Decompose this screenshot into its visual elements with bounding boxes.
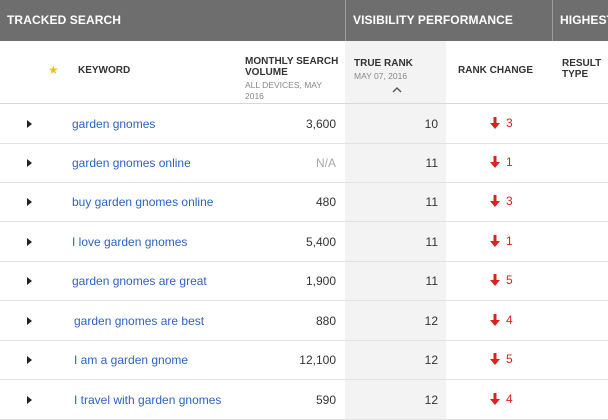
column-header-monthly-search-volume[interactable]: MONTHLY SEARCH VOLUME ALL DEVICES, MAY 2…	[245, 56, 340, 102]
table-row[interactable]: I travel with garden gnomes 590 12 4	[0, 380, 608, 420]
star-icon[interactable]: ★	[48, 63, 59, 77]
rank-change: 5	[490, 352, 513, 366]
rank-change: 1	[490, 155, 513, 169]
rank-change-value: 1	[506, 155, 513, 169]
rank-change-value: 4	[506, 313, 513, 327]
column-header-true-rank[interactable]: TRUE RANK MAY 07, 2016	[354, 58, 434, 82]
column-header-true-rank-sublabel: MAY 07, 2016	[354, 71, 408, 81]
section-tracked-search: TRACKED SEARCH	[7, 13, 122, 27]
table-row[interactable]: buy garden gnomes online 480 11 3	[0, 182, 608, 222]
caret-right-icon[interactable]	[27, 120, 32, 128]
arrow-down-icon	[490, 156, 500, 168]
rank-change-value: 4	[506, 392, 513, 406]
caret-right-icon[interactable]	[27, 277, 32, 285]
search-volume: 5,400	[305, 235, 336, 249]
column-header-rank-change-label: RANK CHANGE	[458, 65, 533, 76]
arrow-down-icon	[490, 235, 500, 247]
keyword-link[interactable]: garden gnomes	[72, 117, 155, 131]
search-volume: 480	[315, 195, 336, 209]
caret-right-icon[interactable]	[27, 198, 32, 206]
section-visibility-performance: VISIBILITY PERFORMANCE	[345, 0, 551, 41]
rank-change-value: 3	[506, 116, 513, 130]
rank-change: 1	[490, 234, 513, 248]
rank-change: 4	[490, 313, 513, 327]
table-row[interactable]: I am a garden gnome 12,100 12 5	[0, 340, 608, 380]
chevron-up-icon[interactable]	[392, 85, 402, 95]
true-rank-value: 10	[424, 117, 438, 131]
table-row[interactable]: garden gnomes 3,600 10 3	[0, 104, 608, 144]
table-row[interactable]: garden gnomes are great 1,900 11 5	[0, 261, 608, 301]
rank-change-value: 5	[506, 352, 513, 366]
keyword-link[interactable]: buy garden gnomes online	[72, 195, 213, 209]
search-volume: 880	[315, 314, 336, 328]
search-volume: 1,900	[305, 274, 336, 288]
keyword-link[interactable]: I am a garden gnome	[74, 353, 188, 367]
column-header-keyword[interactable]: KEYWORD	[78, 65, 130, 76]
caret-right-icon[interactable]	[27, 159, 32, 167]
true-rank-value: 12	[424, 314, 438, 328]
keyword-link[interactable]: I travel with garden gnomes	[74, 393, 221, 407]
search-volume: 12,100	[299, 353, 336, 367]
true-rank-value: 12	[424, 393, 438, 407]
true-rank-value: 11	[425, 156, 438, 170]
column-header-keyword-label: KEYWORD	[78, 65, 131, 76]
table-row[interactable]: I love garden gnomes 5,400 11 1	[0, 222, 608, 262]
column-header-true-rank-label: TRUE RANK	[354, 58, 413, 69]
keyword-link[interactable]: garden gnomes are great	[72, 274, 207, 288]
arrow-down-icon	[490, 195, 500, 207]
true-rank-value: 11	[425, 274, 438, 288]
caret-right-icon[interactable]	[27, 317, 32, 325]
rank-change-value: 5	[506, 273, 513, 287]
search-volume: N/A	[315, 156, 336, 170]
rank-change-value: 1	[506, 234, 513, 248]
table-row[interactable]: garden gnomes are best 880 12 4	[0, 301, 608, 341]
column-header-result-type[interactable]: RESULT TYPE	[562, 58, 604, 80]
rank-change: 5	[490, 273, 513, 287]
column-header-volume-label: MONTHLY SEARCH VOLUME	[245, 56, 339, 78]
column-header-volume-sublabel: ALL DEVICES, MAY 2016	[245, 80, 322, 101]
caret-right-icon[interactable]	[27, 396, 32, 404]
column-header-rank-change[interactable]: RANK CHANGE	[458, 65, 533, 76]
keyword-link[interactable]: garden gnomes are best	[74, 314, 204, 328]
keyword-link[interactable]: I love garden gnomes	[72, 235, 187, 249]
true-rank-value: 11	[425, 235, 438, 249]
arrow-down-icon	[490, 314, 500, 326]
arrow-down-icon	[490, 274, 500, 286]
rank-change: 3	[490, 194, 513, 208]
search-volume: 590	[315, 393, 336, 407]
arrow-down-icon	[490, 393, 500, 405]
section-highest: HIGHEST	[552, 0, 608, 41]
search-volume: 3,600	[305, 117, 336, 131]
rank-change: 4	[490, 392, 513, 406]
caret-right-icon[interactable]	[27, 238, 32, 246]
keyword-link[interactable]: garden gnomes online	[72, 156, 191, 170]
column-header-result-type-label: RESULT TYPE	[562, 58, 602, 80]
arrow-down-icon	[490, 117, 500, 129]
table-row[interactable]: garden gnomes online N/A 11 1	[0, 143, 608, 183]
true-rank-value: 11	[425, 195, 438, 209]
caret-right-icon[interactable]	[27, 356, 32, 364]
rank-change: 3	[490, 116, 513, 130]
arrow-down-icon	[490, 353, 500, 365]
true-rank-value: 12	[424, 353, 438, 367]
rank-change-value: 3	[506, 194, 513, 208]
